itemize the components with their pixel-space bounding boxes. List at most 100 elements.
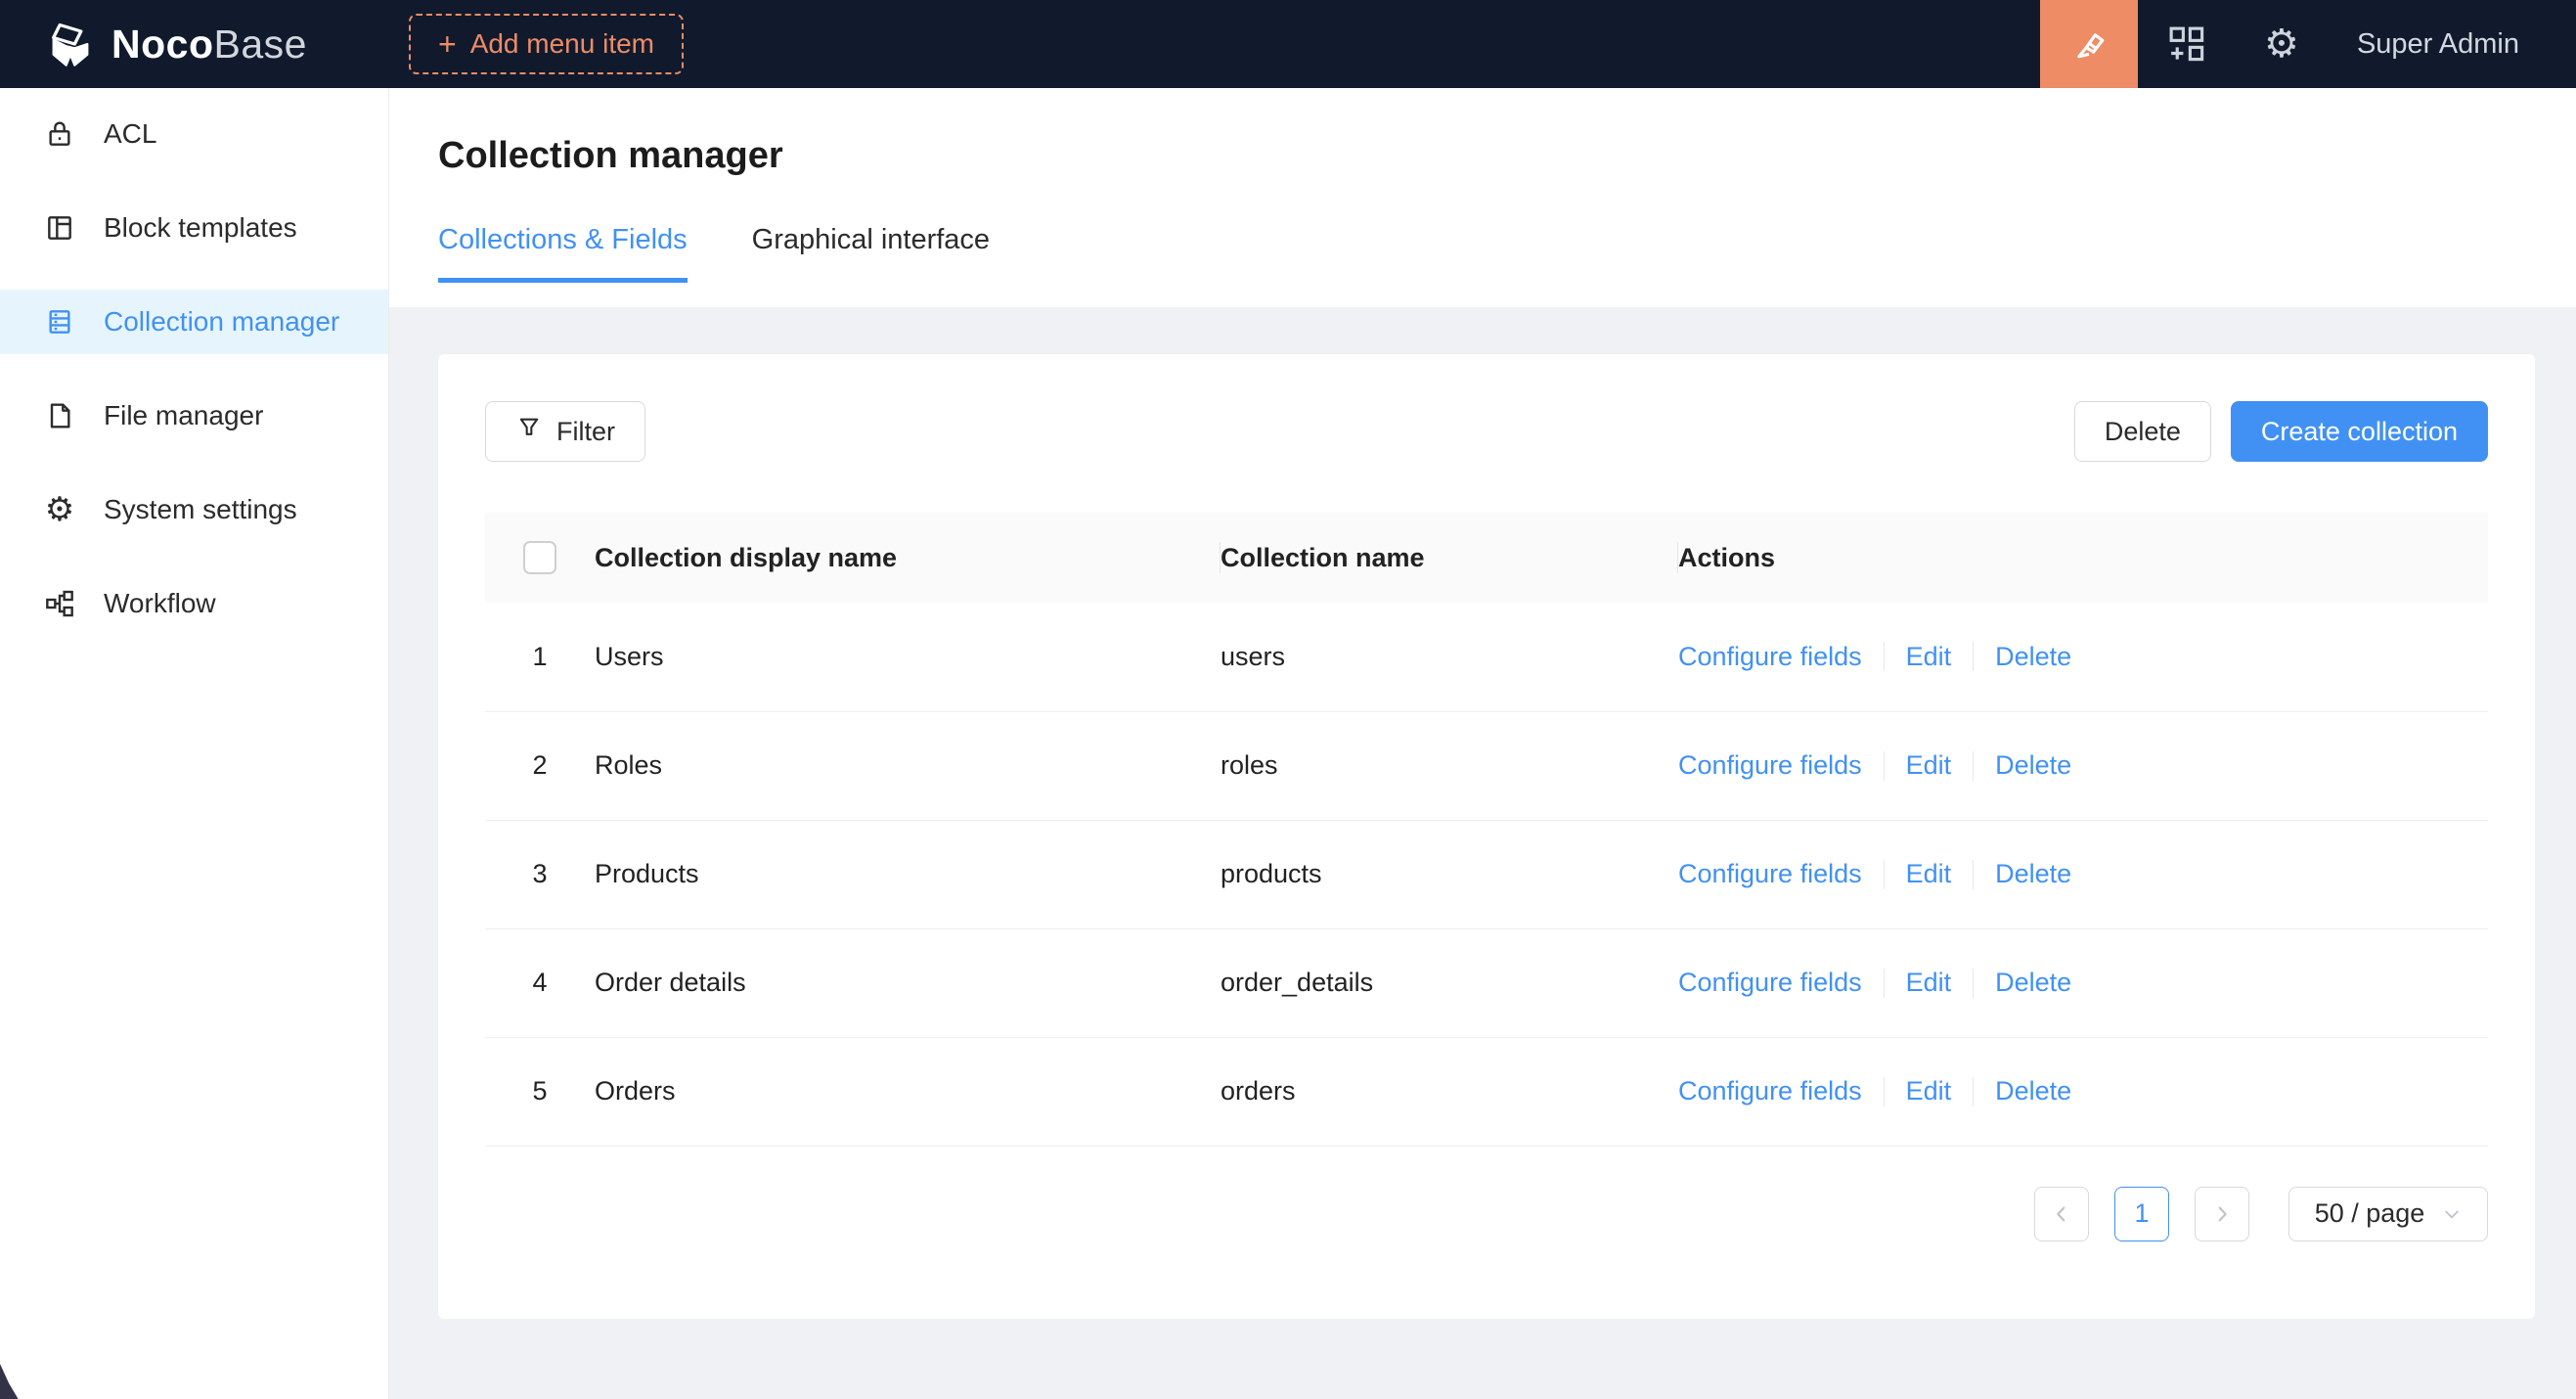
page-1-button[interactable]: 1 <box>2114 1187 2169 1241</box>
column-header-display-name: Collection display name <box>595 513 1221 603</box>
sidebar-item-system-settings[interactable]: ⚙ System settings <box>0 477 388 542</box>
sidebar-item-label: Workflow <box>104 588 216 619</box>
logo[interactable]: NocoBase <box>0 19 389 69</box>
table-row[interactable]: 4 Order details order_details Configure … <box>485 928 2488 1037</box>
edit-link[interactable]: Edit <box>1906 1076 1952 1106</box>
filter-button[interactable]: Filter <box>485 401 645 462</box>
divider <box>1973 969 1974 998</box>
divider <box>1884 751 1885 781</box>
divider <box>1973 751 1974 781</box>
configure-fields-link[interactable]: Configure fields <box>1678 1076 1862 1106</box>
configure-fields-link[interactable]: Configure fields <box>1678 750 1862 781</box>
divider <box>1973 860 1974 889</box>
ui-editor-button[interactable] <box>2040 0 2138 88</box>
configure-fields-link[interactable]: Configure fields <box>1678 642 1862 672</box>
divider <box>1884 969 1885 998</box>
nocobase-logo-icon <box>45 19 96 69</box>
row-index: 1 <box>485 642 595 672</box>
cell-collection-name: products <box>1221 820 1678 928</box>
create-collection-button[interactable]: Create collection <box>2231 401 2488 462</box>
configure-fields-link[interactable]: Configure fields <box>1678 859 1862 889</box>
edit-link[interactable]: Edit <box>1906 750 1952 781</box>
table-row[interactable]: 1 Users users Configure fields Edit Dele… <box>485 603 2488 711</box>
cell-collection-name: order_details <box>1221 928 1678 1037</box>
page-title: Collection manager <box>438 135 2527 177</box>
delete-link[interactable]: Delete <box>1995 1076 2071 1106</box>
content-area: Filter Delete Create collection Collecti… <box>389 307 2576 1399</box>
gear-icon: ⚙ <box>2264 24 2299 64</box>
workflow-icon <box>43 587 76 620</box>
table-header-row: Collection display name Collection name … <box>485 513 2488 603</box>
lock-icon <box>43 117 76 151</box>
table-row[interactable]: 5 Orders orders Configure fields Edit De… <box>485 1037 2488 1146</box>
tab-collections-fields[interactable]: Collections & Fields <box>438 224 688 283</box>
sidebar: ACL Block templates Collection manager <box>0 88 389 1399</box>
edit-link[interactable]: Edit <box>1906 642 1952 672</box>
cell-display-name: Users <box>595 603 1221 711</box>
cell-display-name: Roles <box>595 711 1221 820</box>
collections-table: Collection display name Collection name … <box>485 513 2488 1147</box>
collections-card: Filter Delete Create collection Collecti… <box>438 354 2535 1319</box>
row-index: 5 <box>485 1076 595 1106</box>
divider <box>1884 1077 1885 1106</box>
add-menu-item-label: Add menu item <box>470 28 654 60</box>
plugins-button[interactable] <box>2138 0 2234 88</box>
cell-display-name: Orders <box>595 1037 1221 1146</box>
toolbar: Filter Delete Create collection <box>485 401 2488 462</box>
delete-link[interactable]: Delete <box>1995 859 2071 889</box>
table-row[interactable]: 2 Roles roles Configure fields Edit Dele… <box>485 711 2488 820</box>
delete-button[interactable]: Delete <box>2074 401 2211 462</box>
pagination: 1 50 / page <box>485 1187 2488 1241</box>
gear-icon: ⚙ <box>43 493 76 526</box>
divider <box>1973 1077 1974 1106</box>
highlighter-icon <box>2067 22 2110 68</box>
sidebar-item-block-templates[interactable]: Block templates <box>0 196 388 260</box>
layout-icon <box>43 211 76 245</box>
collection-icon <box>43 305 76 338</box>
tab-graphical-interface[interactable]: Graphical interface <box>752 224 990 283</box>
divider <box>1973 642 1974 671</box>
configure-fields-link[interactable]: Configure fields <box>1678 968 1862 998</box>
sidebar-item-file-manager[interactable]: File manager <box>0 384 388 448</box>
tabs: Collections & Fields Graphical interface <box>438 224 2527 283</box>
sidebar-item-workflow[interactable]: Workflow <box>0 571 388 636</box>
chevron-down-icon <box>2442 1204 2462 1224</box>
logo-text: NocoBase <box>111 22 307 68</box>
appstore-add-icon <box>2165 23 2206 67</box>
sidebar-item-label: Block templates <box>104 212 297 244</box>
select-all-checkbox[interactable] <box>523 541 556 574</box>
row-index: 4 <box>485 968 595 998</box>
table-row[interactable]: 3 Products products Configure fields Edi… <box>485 820 2488 928</box>
prev-page-button[interactable] <box>2034 1187 2089 1241</box>
top-header: NocoBase + Add menu item <box>0 0 2576 88</box>
sidebar-item-label: Collection manager <box>104 306 339 338</box>
edit-link[interactable]: Edit <box>1906 968 1952 998</box>
page-size-select[interactable]: 50 / page <box>2288 1187 2488 1241</box>
cell-display-name: Order details <box>595 928 1221 1037</box>
delete-link[interactable]: Delete <box>1995 642 2071 672</box>
cell-display-name: Products <box>595 820 1221 928</box>
user-menu[interactable]: Super Admin <box>2330 28 2576 61</box>
column-header-collection-name: Collection name <box>1221 513 1678 603</box>
filter-icon <box>515 415 543 449</box>
delete-link[interactable]: Delete <box>1995 750 2071 781</box>
page-header: Collection manager Collections & Fields … <box>389 88 2576 307</box>
delete-link[interactable]: Delete <box>1995 968 2071 998</box>
row-index: 2 <box>485 750 595 781</box>
sidebar-item-label: ACL <box>104 118 156 150</box>
edit-link[interactable]: Edit <box>1906 859 1952 889</box>
plus-icon: + <box>438 28 457 60</box>
add-menu-item-button[interactable]: + Add menu item <box>409 14 684 74</box>
divider <box>1884 642 1885 671</box>
row-index: 3 <box>485 859 595 889</box>
cell-collection-name: orders <box>1221 1037 1678 1146</box>
settings-button[interactable]: ⚙ <box>2234 0 2330 88</box>
file-icon <box>43 399 76 432</box>
cell-collection-name: users <box>1221 603 1678 711</box>
sidebar-item-collection-manager[interactable]: Collection manager <box>0 290 388 354</box>
cell-collection-name: roles <box>1221 711 1678 820</box>
sidebar-item-acl[interactable]: ACL <box>0 102 388 166</box>
column-header-actions: Actions <box>1678 513 2488 603</box>
divider <box>1884 860 1885 889</box>
next-page-button[interactable] <box>2195 1187 2249 1241</box>
